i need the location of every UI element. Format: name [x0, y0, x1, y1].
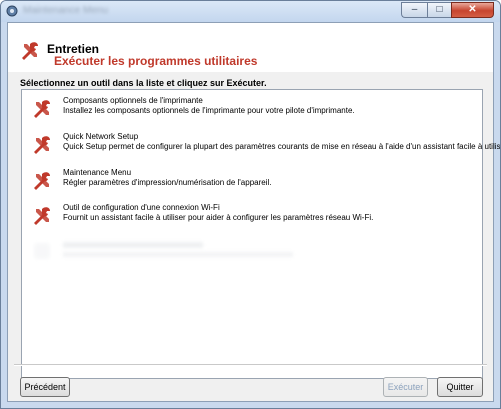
faded-item-name — [63, 242, 203, 248]
application-window: Maintenance Menu – □ ✕ Entretien Exécute… — [0, 0, 501, 409]
list-item-wifi-setup[interactable]: Outil de configuration d'une connexion W… — [22, 203, 482, 235]
app-icon — [6, 5, 18, 17]
faded-list-item — [22, 241, 482, 269]
tool-name: Composants optionnels de l'imprimante — [63, 96, 203, 105]
instruction-text: Sélectionnez un outil dans la liste et c… — [20, 78, 267, 88]
window-controls: – □ ✕ — [401, 2, 494, 19]
tool-name: Outil de configuration d'une connexion W… — [63, 203, 220, 212]
tool-description: Quick Setup permet de configurer la plup… — [63, 142, 501, 151]
list-item-maintenance-menu[interactable]: Maintenance Menu Régler paramètres d'imp… — [22, 168, 482, 200]
dialog-header: Entretien Exécuter les programmes utilit… — [8, 23, 493, 72]
dialog-content: Entretien Exécuter les programmes utilit… — [7, 22, 500, 402]
faded-item-description — [63, 252, 293, 257]
tools-icon — [34, 136, 50, 154]
execute-button[interactable]: Exécuter — [383, 377, 428, 397]
faded-item-icon — [34, 243, 50, 259]
tool-name: Quick Network Setup — [63, 132, 139, 141]
tool-description: Régler paramètres d'impression/numérisat… — [63, 178, 272, 187]
tool-name: Maintenance Menu — [63, 168, 132, 177]
tool-description: Installez les composants optionnels de l… — [63, 106, 355, 115]
window-title: Maintenance Menu — [23, 5, 109, 16]
tool-list[interactable]: Composants optionnels de l'imprimante In… — [21, 89, 500, 379]
tools-icon — [34, 172, 50, 190]
maximize-button[interactable]: □ — [427, 2, 451, 18]
quit-button[interactable]: Quitter — [437, 377, 483, 397]
list-item-printer-components[interactable]: Composants optionnels de l'imprimante In… — [22, 96, 482, 128]
title-bar[interactable]: Maintenance Menu – □ ✕ — [1, 1, 500, 22]
tools-icon — [34, 207, 50, 225]
previous-button[interactable]: Précédent — [20, 377, 70, 397]
list-item-quick-network-setup[interactable]: Quick Network Setup Quick Setup permet d… — [22, 132, 500, 164]
minimize-button[interactable]: – — [401, 2, 427, 18]
tools-icon — [22, 42, 38, 60]
page-subtitle: Exécuter les programmes utilitaires — [54, 54, 258, 68]
tool-description: Fournit un assistant facile à utiliser p… — [63, 213, 374, 222]
tools-icon — [34, 100, 50, 118]
close-button[interactable]: ✕ — [451, 2, 494, 18]
footer-separator — [14, 364, 487, 366]
